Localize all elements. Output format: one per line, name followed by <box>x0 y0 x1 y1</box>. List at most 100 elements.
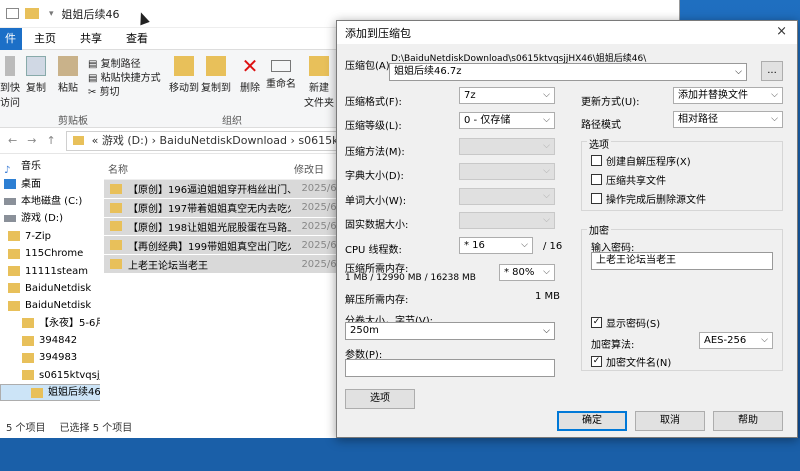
options-button[interactable]: 选项 <box>345 389 415 409</box>
chevron-down-icon: ⌵ <box>761 335 768 345</box>
tab-view[interactable]: 查看 <box>114 28 160 50</box>
tree-item[interactable]: s0615ktvqsjj <box>0 367 100 384</box>
file-row[interactable]: 【再创经典】199带姐姐真空出门吃火锅... 2025/6/1 <box>104 236 340 255</box>
enc-method-label: 加密算法: <box>591 340 635 351</box>
tree-item[interactable]: ♪ 音乐 <box>0 158 100 176</box>
column-date[interactable]: 修改日 <box>294 161 324 176</box>
tree-item[interactable]: 394842 <box>0 332 100 349</box>
folder-icon <box>22 318 34 329</box>
sfx-checkbox[interactable]: 创建自解压程序(X) <box>591 153 691 168</box>
delete-source-checkbox[interactable]: 操作完成后删除源文件 <box>591 191 706 206</box>
file-date: 2025/6/1 <box>301 202 340 214</box>
dialog-title: 添加到压缩包 <box>345 26 411 40</box>
chevron-down-icon: ⌵ <box>771 114 778 124</box>
tree-item[interactable]: 【永夜】5-6月 <box>0 315 100 332</box>
copy-path-button[interactable]: ▤ 复制路径 <box>88 58 161 72</box>
tree-item[interactable]: 115Chrome <box>0 245 100 262</box>
help-button[interactable]: 帮助 <box>713 411 783 431</box>
folder-icon <box>110 183 122 194</box>
copy-to-button[interactable]: 复制到 <box>200 56 232 94</box>
cut-button[interactable]: ✂ 剪切 <box>88 86 161 100</box>
solid-label: 固实数据大小: <box>345 220 409 231</box>
tree-item[interactable]: 7-Zip <box>0 228 100 245</box>
file-name: 【原创】198让姐姐光屁股蛋在马路上走... <box>128 222 291 234</box>
paste-shortcut-button[interactable]: ▤ 粘贴快捷方式 <box>88 72 161 86</box>
tree-item[interactable]: 本地磁盘 (C:) <box>0 193 100 210</box>
ok-button[interactable]: 确定 <box>557 411 627 431</box>
file-row[interactable]: 【原创】196逼迫姐姐穿开档丝出门、借... 2025/6/1 <box>104 180 340 198</box>
archive-name-input[interactable]: 姐姐后续46.7z ⌵ <box>389 63 747 81</box>
chevron-down-icon: ⌵ <box>543 191 550 201</box>
chevron-down-icon: ⌵ <box>521 240 528 250</box>
tree-item[interactable]: BaiduNetdisk <box>0 280 100 297</box>
threads-select[interactable]: * 16 ⌵ <box>459 237 533 254</box>
demem-value: 1 MB <box>535 291 561 302</box>
tab-home[interactable]: 主页 <box>22 28 68 50</box>
level-select[interactable]: 0 - 仅存储 ⌵ <box>459 112 555 129</box>
navigation-tree: ♪ 音乐 桌面 本地磁盘 (C:) 游戏 (D:) 7-Zip 115Chrome 11111… <box>0 158 100 420</box>
column-name[interactable]: 名称 <box>104 161 294 176</box>
back-button[interactable]: ← <box>8 134 17 147</box>
file-row[interactable]: 【原创】198让姐姐光屁股蛋在马路上走... 2025/6/1 <box>104 217 340 236</box>
taskbar <box>0 438 800 471</box>
close-icon[interactable]: × <box>776 24 787 39</box>
browse-button[interactable]: ... <box>761 61 783 81</box>
disk-icon <box>4 215 16 223</box>
status-bar: 5 个项目 已选择 5 个项目 <box>0 420 336 438</box>
tree-item-label: 游戏 (D:) <box>21 213 64 225</box>
tree-item[interactable]: 394983 <box>0 349 100 366</box>
tab-file[interactable]: 件 <box>0 27 22 50</box>
chevron-down-icon: ⌵ <box>543 166 550 176</box>
tree-item[interactable]: 姐姐后续46 <box>0 384 100 402</box>
move-to-button[interactable]: 移动到 <box>168 56 200 94</box>
rename-button[interactable]: 重命名 <box>266 56 296 90</box>
file-row[interactable]: 【原创】197带着姐姐真空无内去吃火锅... 2025/6/1 <box>104 198 340 217</box>
delete-button[interactable]: ✕ 删除 <box>238 56 262 94</box>
forward-button[interactable]: → <box>27 134 36 147</box>
chevron-down-icon: ⌵ <box>543 326 550 336</box>
tree-item[interactable]: 11111steam <box>0 262 100 279</box>
pin-quick-access-button[interactable]: 到快 访问 <box>0 56 20 109</box>
split-input[interactable]: 250m ⌵ <box>345 322 555 340</box>
new-folder-button[interactable]: 新建 文件夹 <box>304 56 334 109</box>
new-folder-icon <box>309 56 329 76</box>
music-icon: ♪ <box>4 164 11 176</box>
shared-checkbox[interactable]: 压缩共享文件 <box>591 172 666 187</box>
folder-icon <box>110 202 122 213</box>
tree-item-label: 姐姐后续46 <box>48 387 100 399</box>
chevron-down-icon: ⌵ <box>543 115 550 125</box>
show-password-checkbox[interactable]: ✓ 显示密码(S) <box>591 315 660 330</box>
cancel-button[interactable]: 取消 <box>635 411 705 431</box>
tree-item[interactable]: BaiduNetdisk <box>0 297 100 314</box>
enc-method-select[interactable]: AES-256 ⌵ <box>699 332 773 349</box>
params-input[interactable] <box>345 359 555 377</box>
format-select[interactable]: 7z ⌵ <box>459 87 555 104</box>
folder-icon <box>72 136 84 145</box>
tree-item-label: 394842 <box>39 335 78 347</box>
rename-icon <box>271 60 291 72</box>
folder-icon <box>31 387 43 398</box>
paste-button[interactable]: 粘贴 <box>54 56 82 94</box>
demem-label: 解压所需内存: <box>345 295 409 306</box>
dict-select: ⌵ <box>459 163 555 180</box>
chevron-down-icon: ⌵ <box>543 267 550 277</box>
folder-icon <box>22 335 34 346</box>
method-select: ⌵ <box>459 138 555 155</box>
copy-button[interactable]: 复制 <box>22 56 50 94</box>
tab-share[interactable]: 共享 <box>68 28 114 50</box>
password-input[interactable]: 上老王论坛当老王 <box>591 252 773 270</box>
up-button[interactable]: ↑ <box>46 134 55 147</box>
format-label: 压缩格式(F): <box>345 97 402 108</box>
quick-access-icon[interactable] <box>6 8 19 19</box>
mem-pct-select[interactable]: * 80% ⌵ <box>499 264 555 281</box>
encrypt-names-checkbox[interactable]: ✓ 加密文件名(N) <box>591 354 671 369</box>
tree-item[interactable]: 桌面 <box>0 175 100 192</box>
path-select[interactable]: 相对路径 ⌵ <box>673 111 783 128</box>
file-date: 2025/6/1 <box>301 258 340 270</box>
dropdown-icon[interactable]: ▾ <box>49 9 54 19</box>
update-select[interactable]: 添加并替换文件 ⌵ <box>673 87 783 104</box>
file-row[interactable]: 上老王论坛当老王 2025/6/1 <box>104 255 340 273</box>
copy-folder-icon <box>206 56 226 76</box>
dialog-titlebar: 添加到压缩包 × <box>337 21 797 44</box>
tree-item[interactable]: 游戏 (D:) <box>0 210 100 227</box>
